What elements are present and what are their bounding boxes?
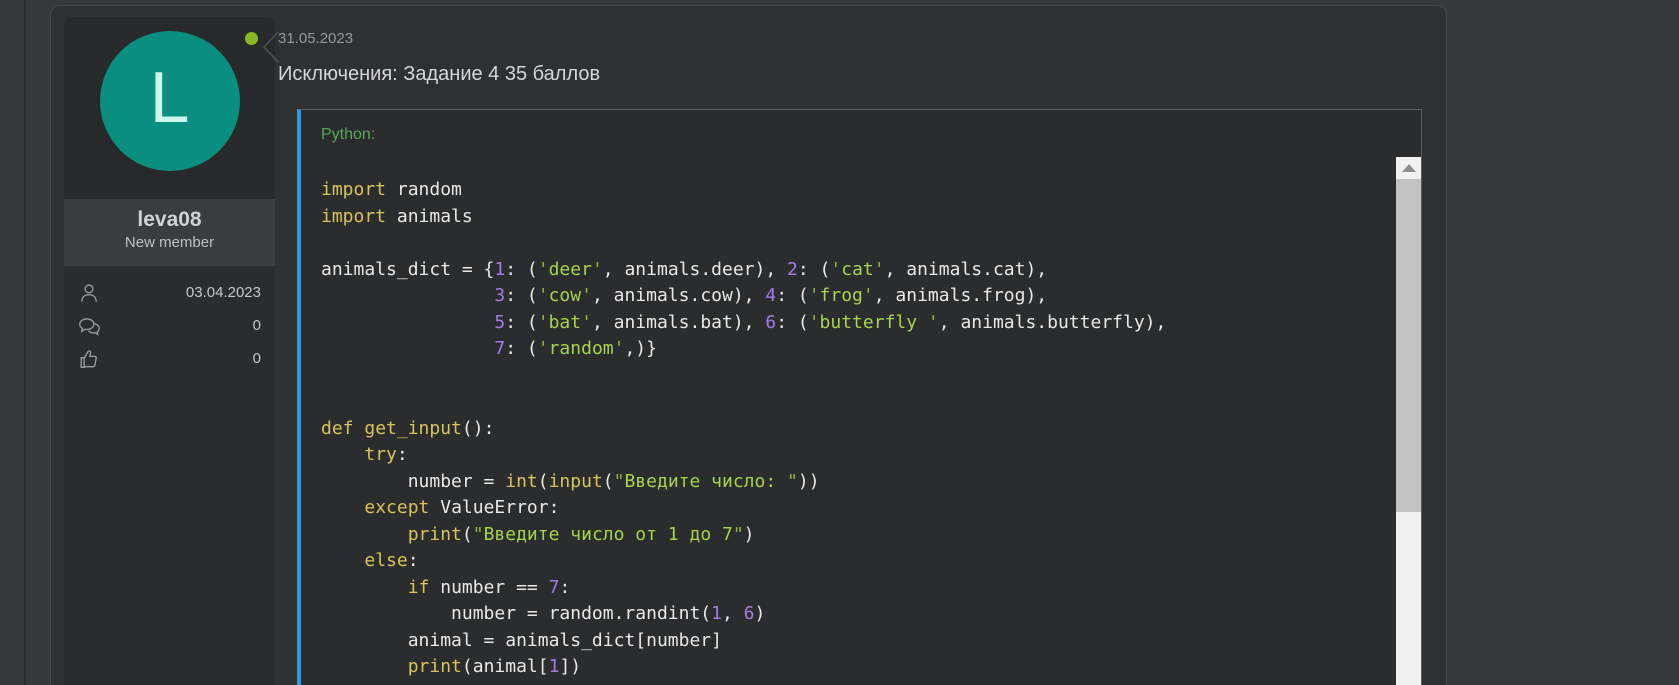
code-line: def get_input(): [321, 416, 1396, 443]
messages-count: 0 [101, 317, 261, 334]
user-icon [78, 282, 100, 304]
avatar-letter: L [149, 62, 189, 140]
code-line: animals_dict = {1: ('deer', animals.deer… [321, 257, 1396, 284]
stat-row-likes: 0 [78, 342, 261, 375]
code-lines: import randomimport animals animals_dict… [301, 157, 1396, 681]
post-container: L leva08 New member 03.04.2023 0 [50, 5, 1447, 685]
code-line: else: [321, 548, 1396, 575]
code-language-label: Python: [321, 126, 375, 144]
code-line: 5: ('bat', animals.bat), 6: ('butterfly … [321, 310, 1396, 337]
code-line: print("Введите число от 1 до 7") [321, 522, 1396, 549]
code-line: number = int(input("Введите число: ")) [321, 469, 1396, 496]
code-line: print(animal[1]) [321, 654, 1396, 681]
username-link[interactable]: leva08 [68, 206, 271, 233]
code-line: 3: ('cow', animals.cow), 4: ('frog', ani… [321, 283, 1396, 310]
user-cell: L leva08 New member 03.04.2023 0 [64, 17, 275, 685]
user-title: New member [68, 233, 271, 253]
code-line: animal = animals_dict[number] [321, 628, 1396, 655]
stat-row-joined: 03.04.2023 [78, 276, 261, 309]
online-status-dot [245, 32, 258, 45]
code-line [321, 363, 1396, 390]
page-divider-line [24, 0, 26, 685]
code-block: Python: import randomimport animals anim… [297, 109, 1422, 685]
avatar-block: L [64, 17, 275, 199]
avatar[interactable]: L [100, 31, 240, 171]
scroll-up-arrow-icon [1402, 164, 1416, 172]
stat-row-messages: 0 [78, 309, 261, 342]
post-date: 31.05.2023 [278, 30, 353, 47]
code-line: if number == 7: [321, 575, 1396, 602]
likes-icon [78, 348, 100, 370]
user-stats: 03.04.2023 0 0 [64, 266, 275, 685]
code-line [321, 230, 1396, 257]
code-line: 7: ('random',)} [321, 336, 1396, 363]
code-line [321, 389, 1396, 416]
code-line: try: [321, 442, 1396, 469]
code-line: import animals [321, 204, 1396, 231]
code-line: except ValueError: [321, 495, 1396, 522]
code-scroll-area[interactable]: import randomimport animals animals_dict… [301, 157, 1396, 685]
code-scrollbar[interactable] [1396, 157, 1421, 685]
likes-count: 0 [100, 350, 261, 367]
messages-icon [78, 315, 101, 337]
scrollbar-up-button[interactable] [1396, 157, 1421, 179]
joined-date: 03.04.2023 [100, 284, 261, 301]
code-line: number = random.randint(1, 6) [321, 601, 1396, 628]
post-title: Исключения: Задание 4 35 баллов [278, 63, 600, 86]
code-line: import random [321, 177, 1396, 204]
user-info-strip: leva08 New member [64, 199, 275, 266]
scrollbar-thumb[interactable] [1396, 179, 1421, 512]
